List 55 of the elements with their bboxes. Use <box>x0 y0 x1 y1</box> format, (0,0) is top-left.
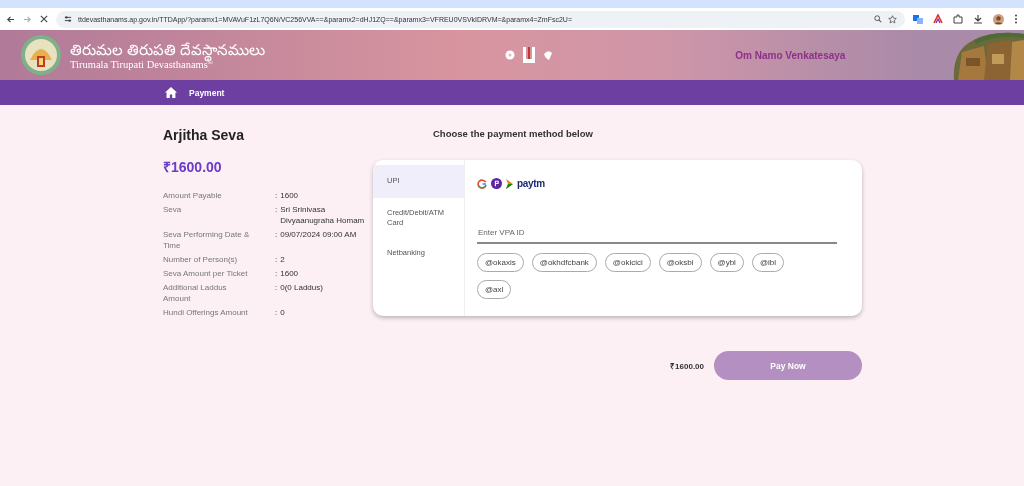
breadcrumb-link[interactable]: Payment <box>189 87 225 98</box>
upi-handle-chip[interactable]: @okaxis <box>477 253 524 272</box>
stop-icon[interactable] <box>40 15 48 23</box>
conch-icon <box>543 50 554 60</box>
profile-avatar-icon[interactable] <box>993 13 1004 25</box>
wallet-app-icon <box>491 178 502 189</box>
home-icon[interactable] <box>165 87 177 98</box>
detail-label: Seva Amount per Ticket <box>163 268 249 279</box>
detail-label: Seva <box>163 204 183 216</box>
download-icon[interactable] <box>973 14 983 24</box>
detail-label: Number of Person(s) <box>163 254 239 265</box>
emblem-icon <box>20 34 62 76</box>
service-title: Arjitha Seva <box>163 127 245 143</box>
detail-value: 2 <box>280 254 285 265</box>
upi-handle-chip[interactable]: @okicici <box>604 253 651 272</box>
extension-icon[interactable] <box>933 14 943 24</box>
namam-icon <box>523 47 536 63</box>
separator-colon: : <box>275 190 278 201</box>
vpa-input-field[interactable]: Enter VPA ID <box>477 225 837 244</box>
wallet-logo-text: paytm <box>517 178 545 189</box>
site-info-icon[interactable] <box>64 15 72 23</box>
upi-handle-chip[interactable]: @ybl <box>709 253 744 272</box>
detail-value: Sri Srinivasa Divyaanugraha Homam <box>280 204 365 226</box>
zoom-icon[interactable] <box>874 15 882 23</box>
detail-value: 1600 <box>280 268 299 279</box>
payment-heading: Choose the payment method below <box>433 128 594 139</box>
detail-label: Additional Laddus Amount <box>163 282 228 304</box>
detail-value: 0(0 Laddus) <box>280 282 323 294</box>
detail-value: 09/07/2024 09:00 AM <box>280 229 357 241</box>
translate-icon[interactable] <box>913 14 923 24</box>
detail-value: 0 <box>280 307 285 318</box>
upi-handle-chip[interactable]: @okhdfcbank <box>531 253 597 272</box>
star-icon[interactable] <box>888 14 897 24</box>
detail-label: Amount Payable <box>163 190 223 201</box>
separator-colon: : <box>275 204 278 216</box>
arrow-logo-icon <box>506 178 513 189</box>
upi-handle-chip[interactable]: @oksbi <box>658 253 702 272</box>
upi-handle-chip[interactable]: @axl <box>477 280 512 299</box>
separator-colon: : <box>275 307 278 318</box>
detail-value: 1600 <box>280 190 299 201</box>
back-icon[interactable] <box>6 14 15 24</box>
google-logo-icon <box>477 178 487 189</box>
separator-colon: : <box>275 229 278 241</box>
separator-colon: : <box>275 254 278 265</box>
detail-label: Seva Performing Date & Time <box>163 229 251 251</box>
puzzle-icon[interactable] <box>953 14 963 24</box>
flower-icon <box>505 50 516 60</box>
total-amount: ₹1600.00 <box>670 361 704 371</box>
separator-colon: : <box>275 268 278 279</box>
slogan: Om Namo Venkatesaya <box>735 49 846 61</box>
amount-total: ₹1600.00 <box>163 158 223 176</box>
detail-label: Hundi Offerings Amount <box>163 307 249 318</box>
separator-colon: : <box>275 282 278 294</box>
more-icon[interactable] <box>1014 14 1018 24</box>
upi-handle-chip[interactable]: @ibl <box>751 253 785 272</box>
